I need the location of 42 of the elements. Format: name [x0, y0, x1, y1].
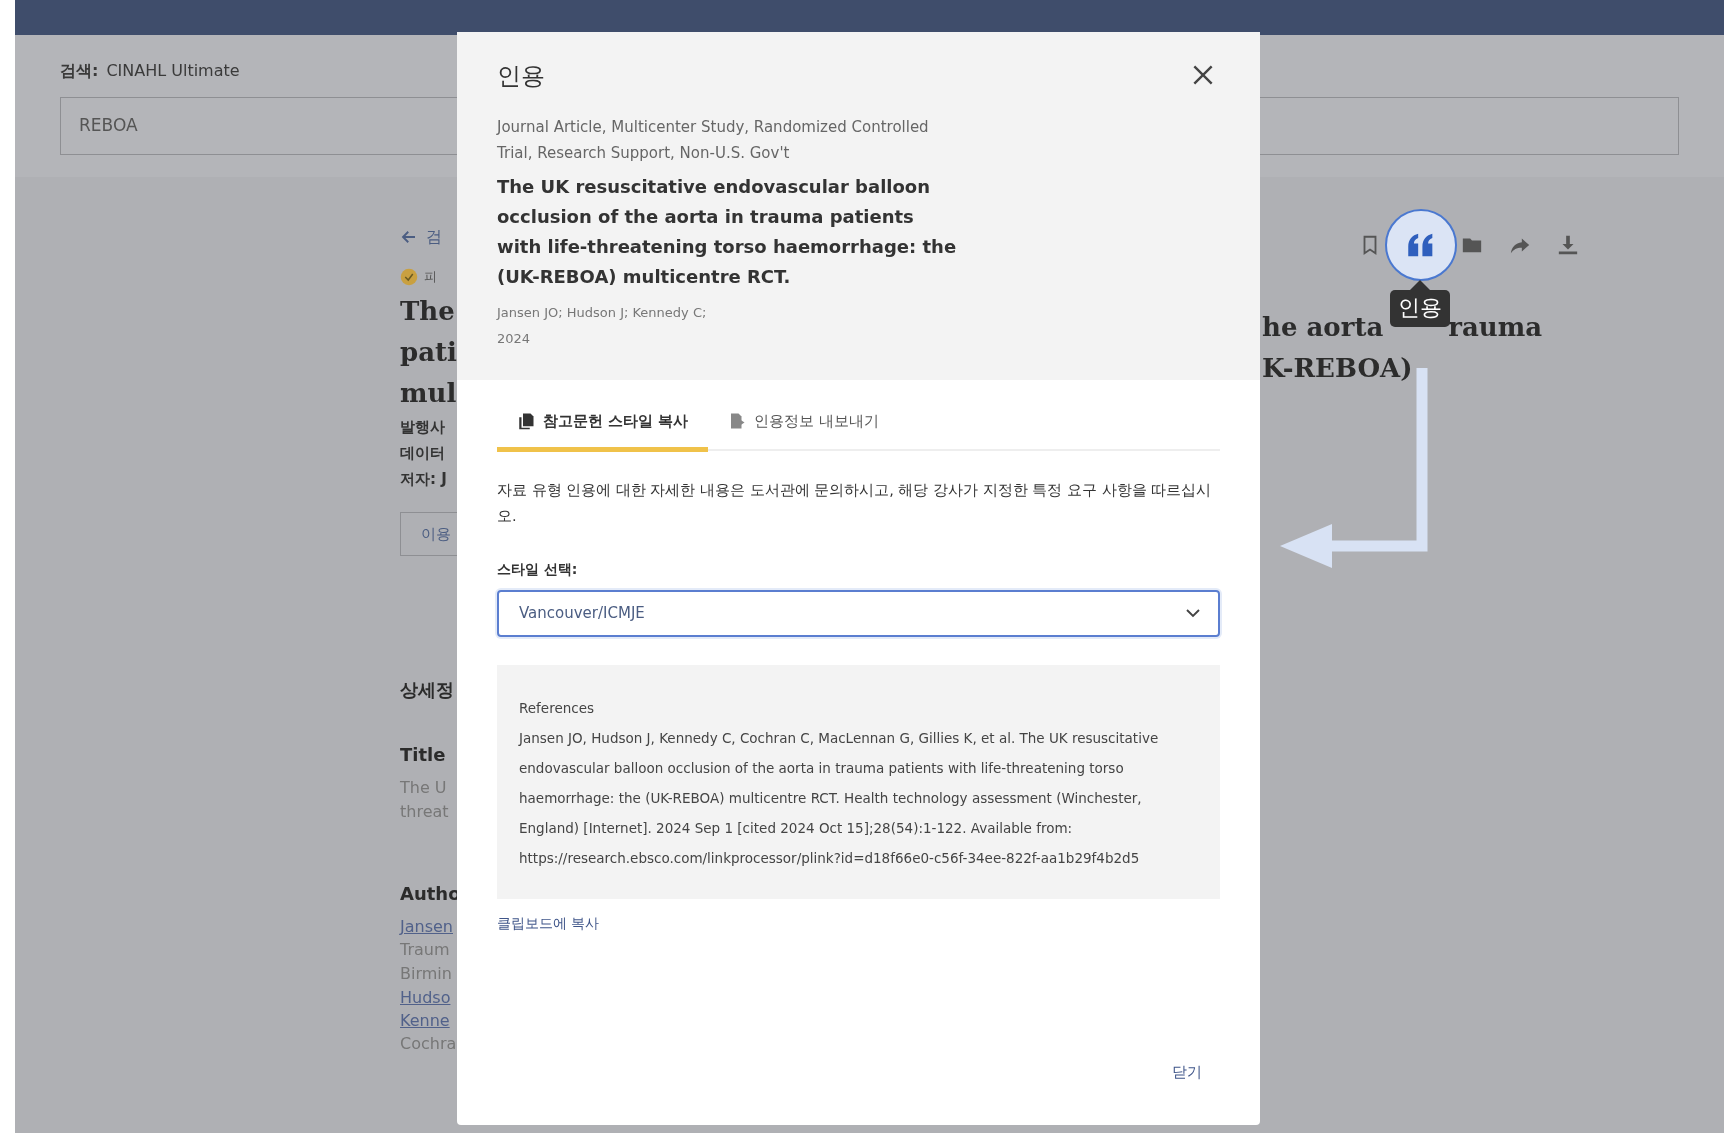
- title-text: threat: [400, 801, 450, 823]
- author-link[interactable]: Hudso: [400, 986, 460, 1009]
- tab[interactable]: 참고문헌 스타일 복사: [497, 402, 709, 452]
- article-title: The UK resuscitative endovascular balloon occlusion of the aorta in trauma patients with life-threatening torso haemorrhage: the (UK-REBOA) multicentre RCT.: [497, 175, 957, 289]
- reference-heading: References: [519, 698, 595, 718]
- article-title: mul: [400, 376, 458, 410]
- metadata-line: 저자: J: [400, 468, 448, 490]
- modal-title: 인용: [497, 61, 545, 92]
- metadata-line: 발행사: [400, 416, 446, 438]
- badge-icon: [400, 267, 418, 286]
- copy-to-clipboard-link[interactable]: 클립보드에 복사: [497, 912, 600, 934]
- field-label: Title: [400, 743, 447, 767]
- back-link[interactable]: 검: [426, 225, 442, 249]
- article-title: K-REBOA): [1262, 352, 1413, 385]
- tab[interactable]: 인용정보 내보내기: [708, 402, 900, 452]
- title-text: The U: [400, 777, 448, 799]
- export-icon: [728, 412, 747, 431]
- author-affiliation: Birmin: [400, 963, 453, 985]
- style-select[interactable]: Vancouver/ICMJE: [497, 589, 1220, 637]
- back-arrow-icon: [400, 228, 418, 246]
- reference-text: Jansen JO, Hudson J, Kennedy C, Cochran C, MacLennan G, Gillies K, et al. The UK resuscitative endovascular balloon occlusion of the aorta in trauma patients with life-threatening torso haemorrhage: the (UK-REBOA) multicentre RCT. Health technology assessment (Winchester, England) [Internet]. 2024 Sep 1 [cited 2024 Oct 15];28(54):1-122. Available from: https://research.ebsco.com/linkprocessor/plink?id=d18f66e0-c56f-34ee-822f-aa1b29f4b2d5: [519, 728, 1160, 868]
- article-title: pati: [400, 335, 458, 369]
- search-label: 검색:: [60, 60, 99, 82]
- section-heading: 상세정: [400, 678, 455, 702]
- download-icon: [1557, 234, 1579, 256]
- author-link[interactable]: Jansen: [400, 915, 460, 938]
- article-title: rauma: [1448, 311, 1543, 344]
- badge-label: 피: [424, 268, 437, 286]
- database-name: CINAHL Ultimate: [106, 60, 240, 82]
- field-label: 스타일 선택:: [497, 559, 579, 579]
- close-button[interactable]: 닫기: [1154, 1054, 1220, 1089]
- metadata-line: 데이터: [400, 442, 446, 464]
- tooltip: 인용: [1390, 280, 1450, 327]
- publication-year: 2024: [497, 330, 532, 348]
- instruction-text: 자료 유형 인용에 대한 자세한 내용은 도서관에 문의하시고, 해당 강사가 지정한 특정 요구 사항을 따르십시오.: [497, 480, 1213, 526]
- author-list: Jansen JO; Hudson J; Kennedy C;: [497, 300, 1220, 326]
- author-affiliation: Traum: [400, 939, 451, 961]
- article-title: The: [400, 294, 456, 328]
- author-link[interactable]: Kenne: [400, 1009, 460, 1032]
- article-title: he aorta: [1262, 311, 1384, 344]
- author-affiliation: Cochra: [400, 1033, 458, 1055]
- copy-icon: [517, 412, 535, 431]
